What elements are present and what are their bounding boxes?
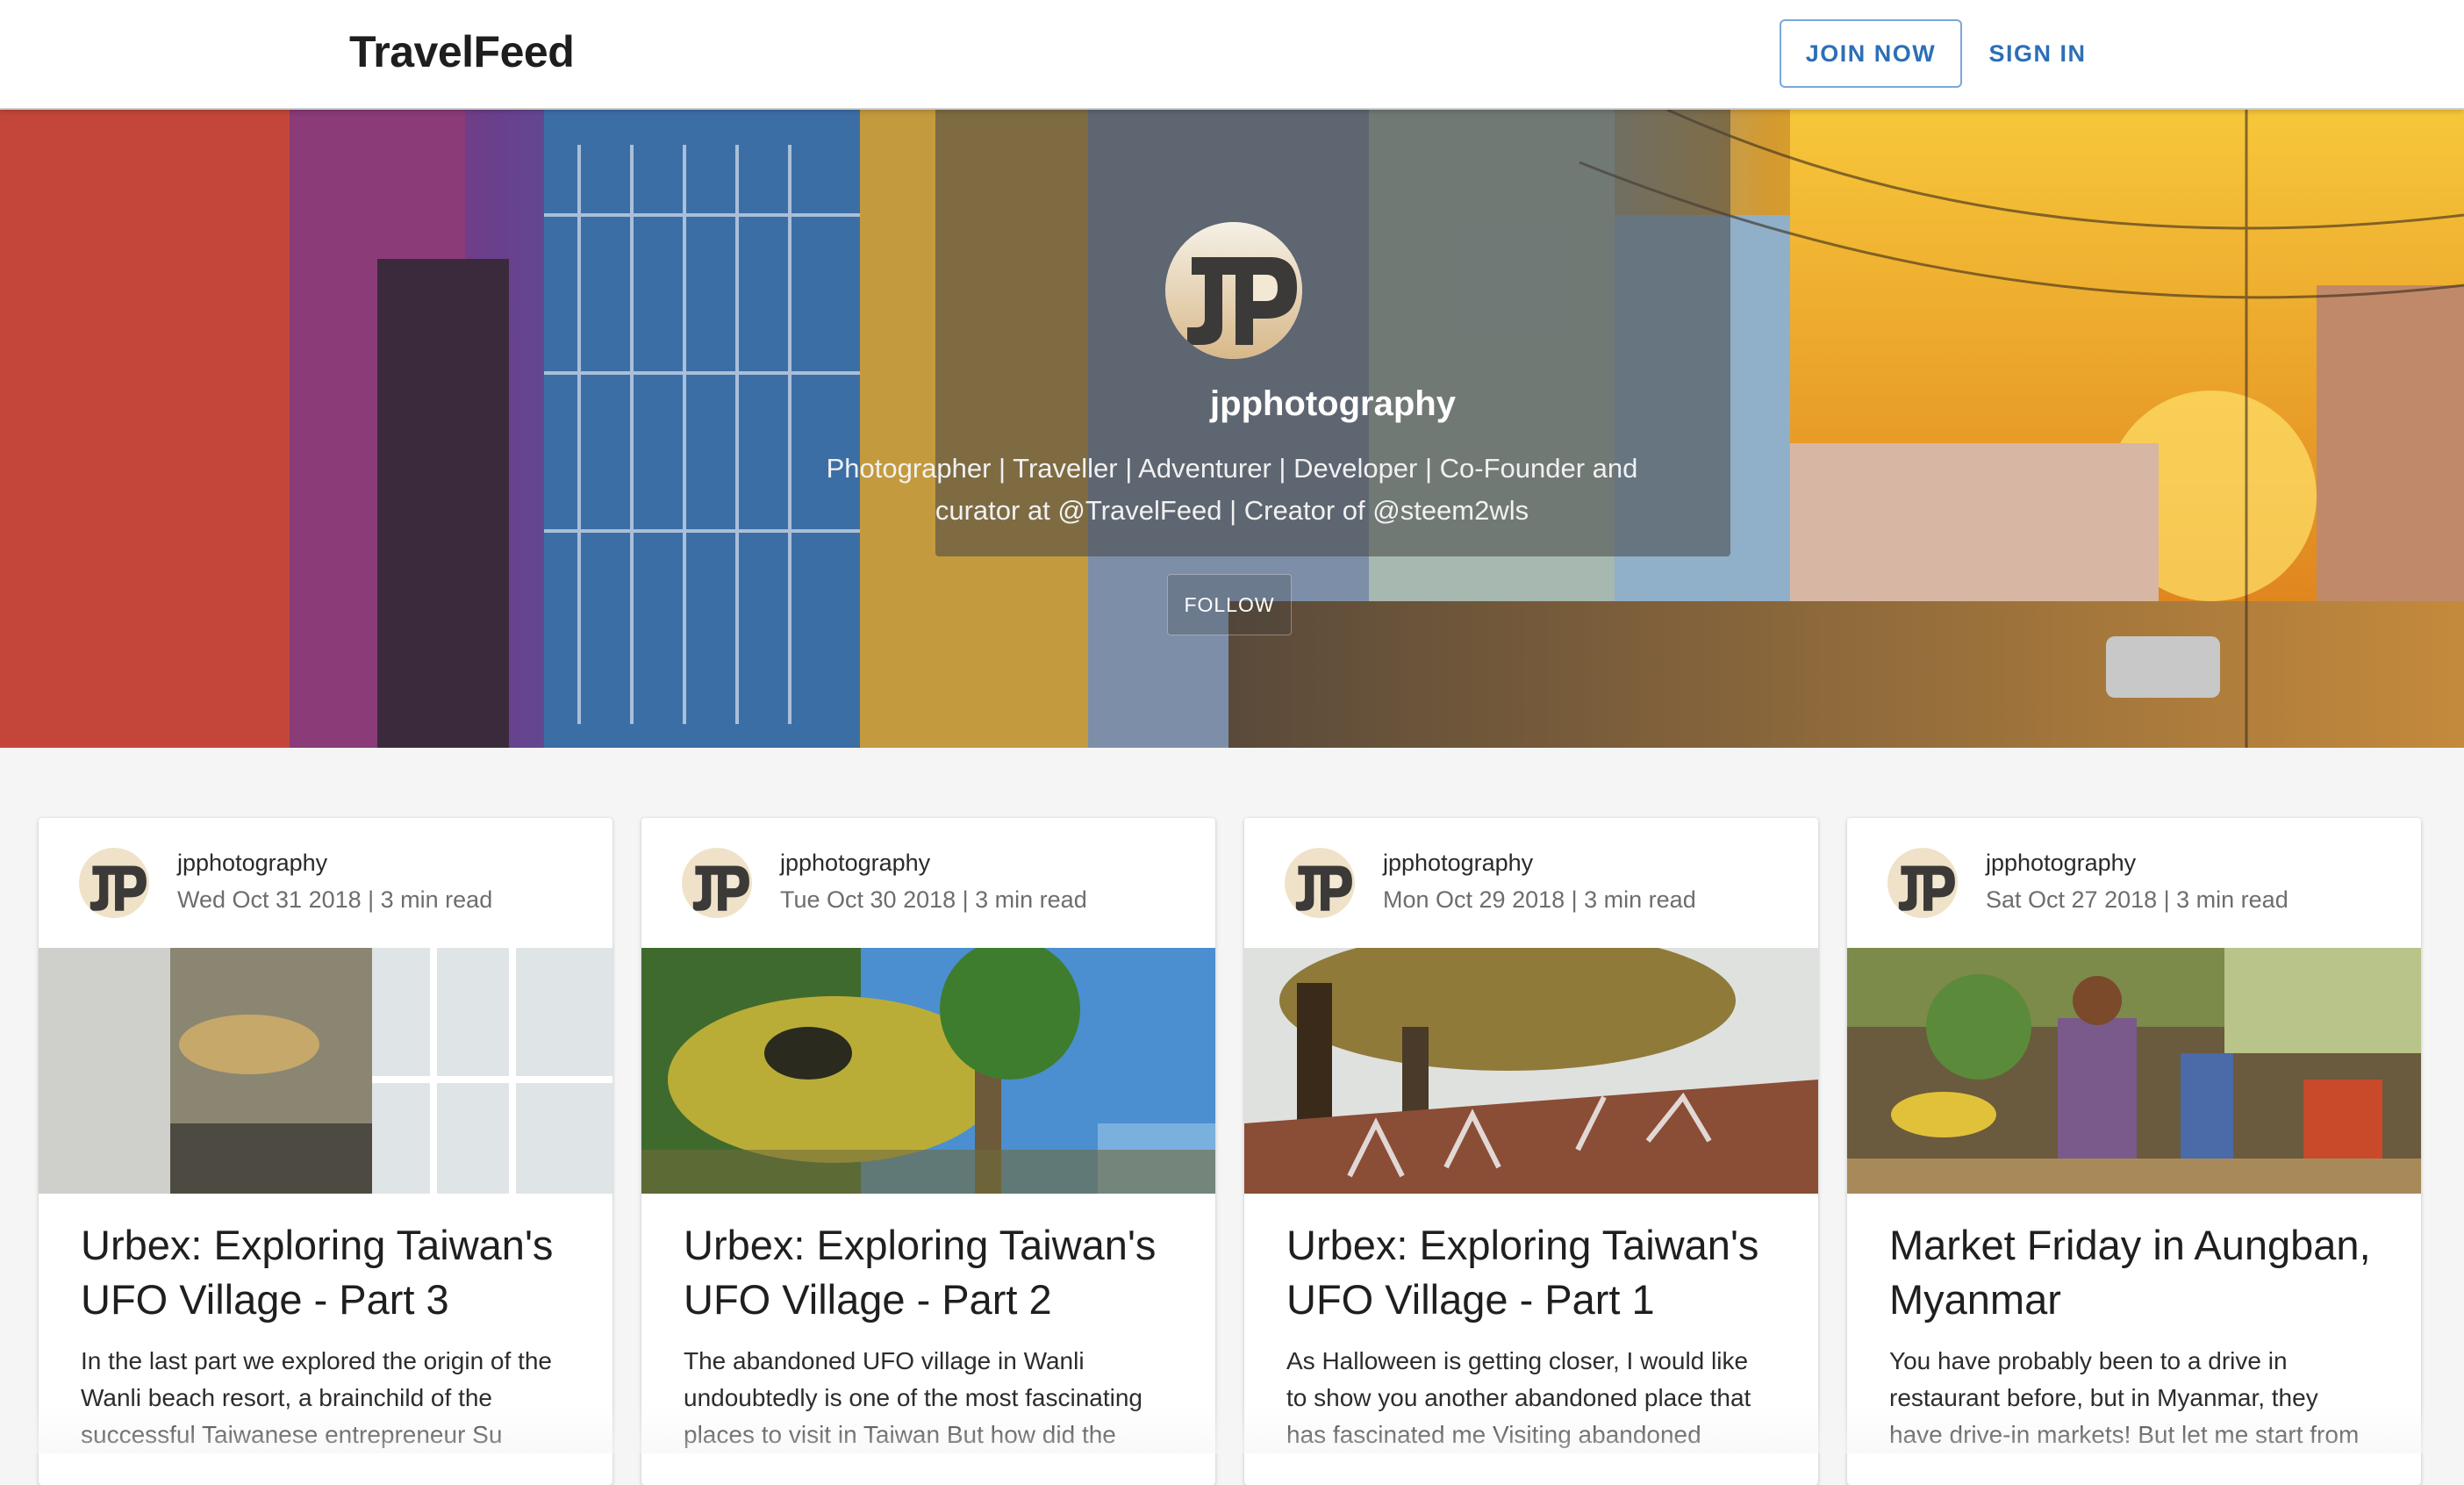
jp-logo-icon <box>79 848 149 918</box>
post-date-readtime: Mon Oct 29 2018 | 3 min read <box>1383 886 1696 913</box>
profile-avatar[interactable] <box>1165 222 1302 359</box>
post-title-line: UFO Village - Part 1 <box>1286 1276 1655 1323</box>
post-author[interactable]: jpphotography <box>780 850 930 877</box>
ufo-house-image <box>39 948 612 1194</box>
post-title[interactable]: Urbex: Exploring Taiwan's UFO Village - … <box>684 1218 1193 1327</box>
post-title-line: Urbex: Exploring Taiwan's <box>684 1222 1157 1268</box>
author-avatar[interactable] <box>79 848 149 918</box>
post-author[interactable]: jpphotography <box>1383 850 1533 877</box>
post-excerpt-line: restaurant before, but in Myanmar, they <box>1889 1384 2318 1411</box>
post-excerpt: In the last part we explored the origin … <box>81 1343 590 1453</box>
author-avatar[interactable] <box>682 848 752 918</box>
join-now-button[interactable]: JOIN NOW <box>1780 19 1962 88</box>
post-title[interactable]: Urbex: Exploring Taiwan's UFO Village - … <box>1286 1218 1795 1327</box>
post-title-line: Urbex: Exploring Taiwan's <box>81 1222 554 1268</box>
jp-logo-icon <box>1887 848 1958 918</box>
post-thumbnail[interactable] <box>641 948 1215 1194</box>
post-excerpt-line: to show you another abandoned place that <box>1286 1384 1751 1411</box>
post-date-readtime: Wed Oct 31 2018 | 3 min read <box>177 886 493 913</box>
post-excerpt-line: places to visit in Taiwan But how did th… <box>684 1421 1116 1448</box>
post-title-line: Market Friday in Aungban, <box>1889 1222 2371 1268</box>
post-title-line: UFO Village - Part 3 <box>81 1276 449 1323</box>
jp-logo-icon <box>1165 222 1302 359</box>
post-excerpt-line: The abandoned UFO village in Wanli <box>684 1347 1085 1374</box>
post-thumbnail[interactable] <box>39 948 612 1194</box>
post-title-line: Urbex: Exploring Taiwan's <box>1286 1222 1759 1268</box>
post-excerpt: As Halloween is getting closer, I would … <box>1286 1343 1795 1453</box>
post-thumbnail[interactable] <box>1244 948 1818 1194</box>
post-date-readtime: Tue Oct 30 2018 | 3 min read <box>780 886 1087 913</box>
post-title[interactable]: Market Friday in Aungban, Myanmar <box>1889 1218 2398 1327</box>
post-thumbnail[interactable] <box>1847 948 2421 1194</box>
follow-button[interactable]: FOLLOW <box>1167 574 1292 635</box>
post-excerpt-line: You have probably been to a drive in <box>1889 1347 2288 1374</box>
post-date-readtime: Sat Oct 27 2018 | 3 min read <box>1986 886 2289 913</box>
site-logo[interactable]: TravelFeed <box>349 26 575 77</box>
post-title-line: Myanmar <box>1889 1276 2061 1323</box>
post-excerpt-line: has fascinated me Visiting abandoned <box>1286 1421 1701 1448</box>
jp-logo-icon <box>1285 848 1355 918</box>
profile-bio-line: Photographer | Traveller | Adventurer | … <box>826 453 1638 484</box>
market-image <box>1847 948 2421 1194</box>
profile-username: jpphotography <box>1210 384 1456 423</box>
post-title[interactable]: Urbex: Exploring Taiwan's UFO Village - … <box>81 1218 590 1327</box>
jp-logo-icon <box>682 848 752 918</box>
post-card[interactable]: jpphotography Wed Oct 31 2018 | 3 min re… <box>39 818 612 1485</box>
post-excerpt: You have probably been to a drive in res… <box>1889 1343 2398 1453</box>
post-excerpt-line: undoubtedly is one of the most fascinati… <box>684 1384 1143 1411</box>
profile-bio: Photographer | Traveller | Adventurer | … <box>772 448 1692 532</box>
post-title-line: UFO Village - Part 2 <box>684 1276 1052 1323</box>
ufo-palm-image <box>641 948 1215 1194</box>
post-excerpt-line: Wanli beach resort, a brainchild of the <box>81 1384 492 1411</box>
post-card[interactable]: jpphotography Mon Oct 29 2018 | 3 min re… <box>1244 818 1818 1485</box>
sign-in-button[interactable]: SIGN IN <box>1976 19 2099 88</box>
post-author[interactable]: jpphotography <box>1986 850 2136 877</box>
author-avatar[interactable] <box>1887 848 1958 918</box>
post-excerpt-line: In the last part we explored the origin … <box>81 1347 552 1374</box>
ufo-graffiti-image <box>1244 948 1818 1194</box>
post-author[interactable]: jpphotography <box>177 850 327 877</box>
profile-bio-line: curator at @TravelFeed | Creator of @ste… <box>935 495 1529 526</box>
top-nav-bar: TravelFeed JOIN NOW SIGN IN <box>0 0 2464 110</box>
post-excerpt-line: successful Taiwanese entrepreneur Su <box>81 1421 503 1448</box>
post-excerpt-line: As Halloween is getting closer, I would … <box>1286 1347 1749 1374</box>
post-card[interactable]: jpphotography Tue Oct 30 2018 | 3 min re… <box>641 818 1215 1485</box>
author-avatar[interactable] <box>1285 848 1355 918</box>
post-excerpt: The abandoned UFO village in Wanli undou… <box>684 1343 1193 1453</box>
post-excerpt-line: have drive-in markets! But let me start … <box>1889 1421 2360 1448</box>
post-card[interactable]: jpphotography Sat Oct 27 2018 | 3 min re… <box>1847 818 2421 1485</box>
